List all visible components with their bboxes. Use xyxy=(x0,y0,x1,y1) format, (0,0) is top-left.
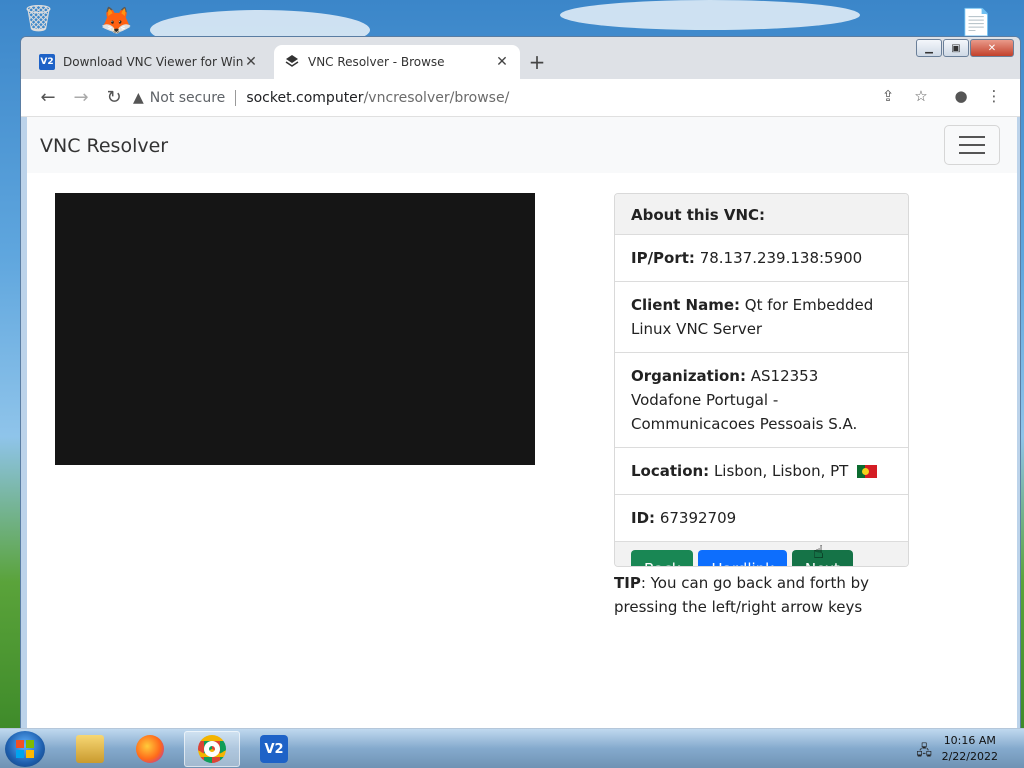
share-icon[interactable]: ⇪ xyxy=(877,87,899,105)
back-arrow-icon[interactable]: ← xyxy=(37,87,59,109)
portugal-flag-icon xyxy=(857,465,878,478)
row-value: Lisbon, Lisbon, PT xyxy=(713,462,849,480)
close-window-button[interactable]: ✕ xyxy=(970,39,1014,57)
windows-logo-icon xyxy=(16,740,34,758)
profile-icon[interactable]: ● xyxy=(950,87,972,105)
minimize-button[interactable]: ▁ xyxy=(916,39,942,57)
card-footer: Back Hardlink Next xyxy=(615,542,908,566)
recycle-bin-icon[interactable]: 🗑 xyxy=(22,4,55,34)
row-label: Location: xyxy=(631,462,710,480)
close-tab-icon[interactable]: ✕ xyxy=(494,54,510,70)
client-name-row: Client Name: Qt for Embedded Linux VNC S… xyxy=(615,282,908,353)
close-tab-icon[interactable]: ✕ xyxy=(243,54,259,70)
row-value: 67392709 xyxy=(659,509,737,527)
row-label: Organization: xyxy=(631,367,746,385)
hardlink-button[interactable]: Hardlink xyxy=(698,550,787,566)
chrome-icon xyxy=(198,735,226,763)
web-page: VNC Resolver About this VNC: IP/Port: 78… xyxy=(27,117,1017,728)
new-tab-button[interactable]: + xyxy=(526,51,548,73)
warning-icon[interactable]: ▲ xyxy=(133,90,144,106)
bookmark-star-icon[interactable]: ☆ xyxy=(910,87,932,105)
hamburger-line xyxy=(959,136,985,138)
tip-label: TIP xyxy=(614,574,641,592)
address-bar[interactable]: ▲ Not secure socket.computer /vncresolve… xyxy=(133,85,953,111)
chrome-taskbar-button[interactable] xyxy=(184,731,240,767)
vnc-viewer-taskbar-button[interactable]: V2 xyxy=(246,731,302,767)
vnc-info-card: About this VNC: IP/Port: 78.137.239.138:… xyxy=(614,193,909,567)
tab-vnc-resolver[interactable]: VNC Resolver - Browse ✕ xyxy=(274,45,520,79)
cloud xyxy=(560,0,860,30)
tab-title: VNC Resolver - Browse xyxy=(308,55,445,69)
site-navbar: VNC Resolver xyxy=(27,117,1017,173)
start-button[interactable] xyxy=(5,731,45,767)
location-row: Location: Lisbon, Lisbon, PT xyxy=(615,448,908,495)
explorer-taskbar-button[interactable] xyxy=(62,731,118,767)
window-controls: ▁ ▣ ✕ xyxy=(915,39,1014,57)
reload-icon[interactable]: ↻ xyxy=(103,87,125,109)
clock-date: 2/22/2022 xyxy=(941,750,998,763)
card-header: About this VNC: xyxy=(615,194,908,235)
tip-text: TIP: You can go back and forth by pressi… xyxy=(614,571,914,619)
organization-row: Organization: AS12353 Vodafone Portugal … xyxy=(615,353,908,448)
firefox-desktop-icon[interactable]: 🦊 xyxy=(100,6,132,36)
url-path[interactable]: /vncresolver/browse/ xyxy=(364,90,510,106)
tab-title: Download VNC Viewer for Windows xyxy=(63,55,243,69)
vnc-resolver-icon xyxy=(284,54,300,70)
hand-cursor-icon: ☝ xyxy=(813,542,824,563)
browser-window: V2 Download VNC Viewer for Windows ✕ VNC… xyxy=(20,36,1021,729)
divider xyxy=(235,90,237,106)
browser-toolbar: ← → ↻ ▲ Not secure socket.computer /vncr… xyxy=(21,79,1020,117)
security-label[interactable]: Not secure xyxy=(150,90,226,106)
id-row: ID: 67392709 xyxy=(615,495,908,542)
firefox-icon xyxy=(136,735,164,763)
row-label: Client Name: xyxy=(631,296,741,314)
url-host[interactable]: socket.computer xyxy=(246,90,363,106)
hamburger-line xyxy=(959,144,985,146)
system-clock[interactable]: 10:16 AM 2/22/2022 xyxy=(942,733,998,765)
row-label: IP/Port: xyxy=(631,249,695,267)
tip-body: : You can go back and forth by pressing … xyxy=(614,574,870,616)
vnc-icon: V2 xyxy=(39,54,55,70)
ip-port-row: IP/Port: 78.137.239.138:5900 xyxy=(615,235,908,282)
site-brand[interactable]: VNC Resolver xyxy=(40,135,168,157)
row-value: 78.137.239.138:5900 xyxy=(699,249,863,267)
vnc-screenshot xyxy=(55,193,535,465)
taskbar: V2 🖧 10:16 AM 2/22/2022 xyxy=(0,728,1024,768)
forward-arrow-icon[interactable]: → xyxy=(70,87,92,109)
back-button[interactable]: Back xyxy=(631,550,694,566)
menu-kebab-icon[interactable]: ⋮ xyxy=(983,87,1005,105)
tab-strip: V2 Download VNC Viewer for Windows ✕ VNC… xyxy=(21,37,1020,79)
network-icon[interactable]: 🖧 xyxy=(916,740,932,764)
tab-download-vnc[interactable]: V2 Download VNC Viewer for Windows ✕ xyxy=(29,45,269,79)
maximize-button[interactable]: ▣ xyxy=(943,39,969,57)
row-label: ID: xyxy=(631,509,656,527)
clock-time: 10:16 AM xyxy=(943,734,996,747)
document-desktop-icon[interactable]: 📄 xyxy=(960,8,992,38)
hamburger-line xyxy=(959,152,985,154)
vnc-viewer-icon: V2 xyxy=(260,735,288,763)
explorer-icon xyxy=(76,735,104,763)
hamburger-menu-button[interactable] xyxy=(944,125,1000,165)
firefox-taskbar-button[interactable] xyxy=(122,731,178,767)
